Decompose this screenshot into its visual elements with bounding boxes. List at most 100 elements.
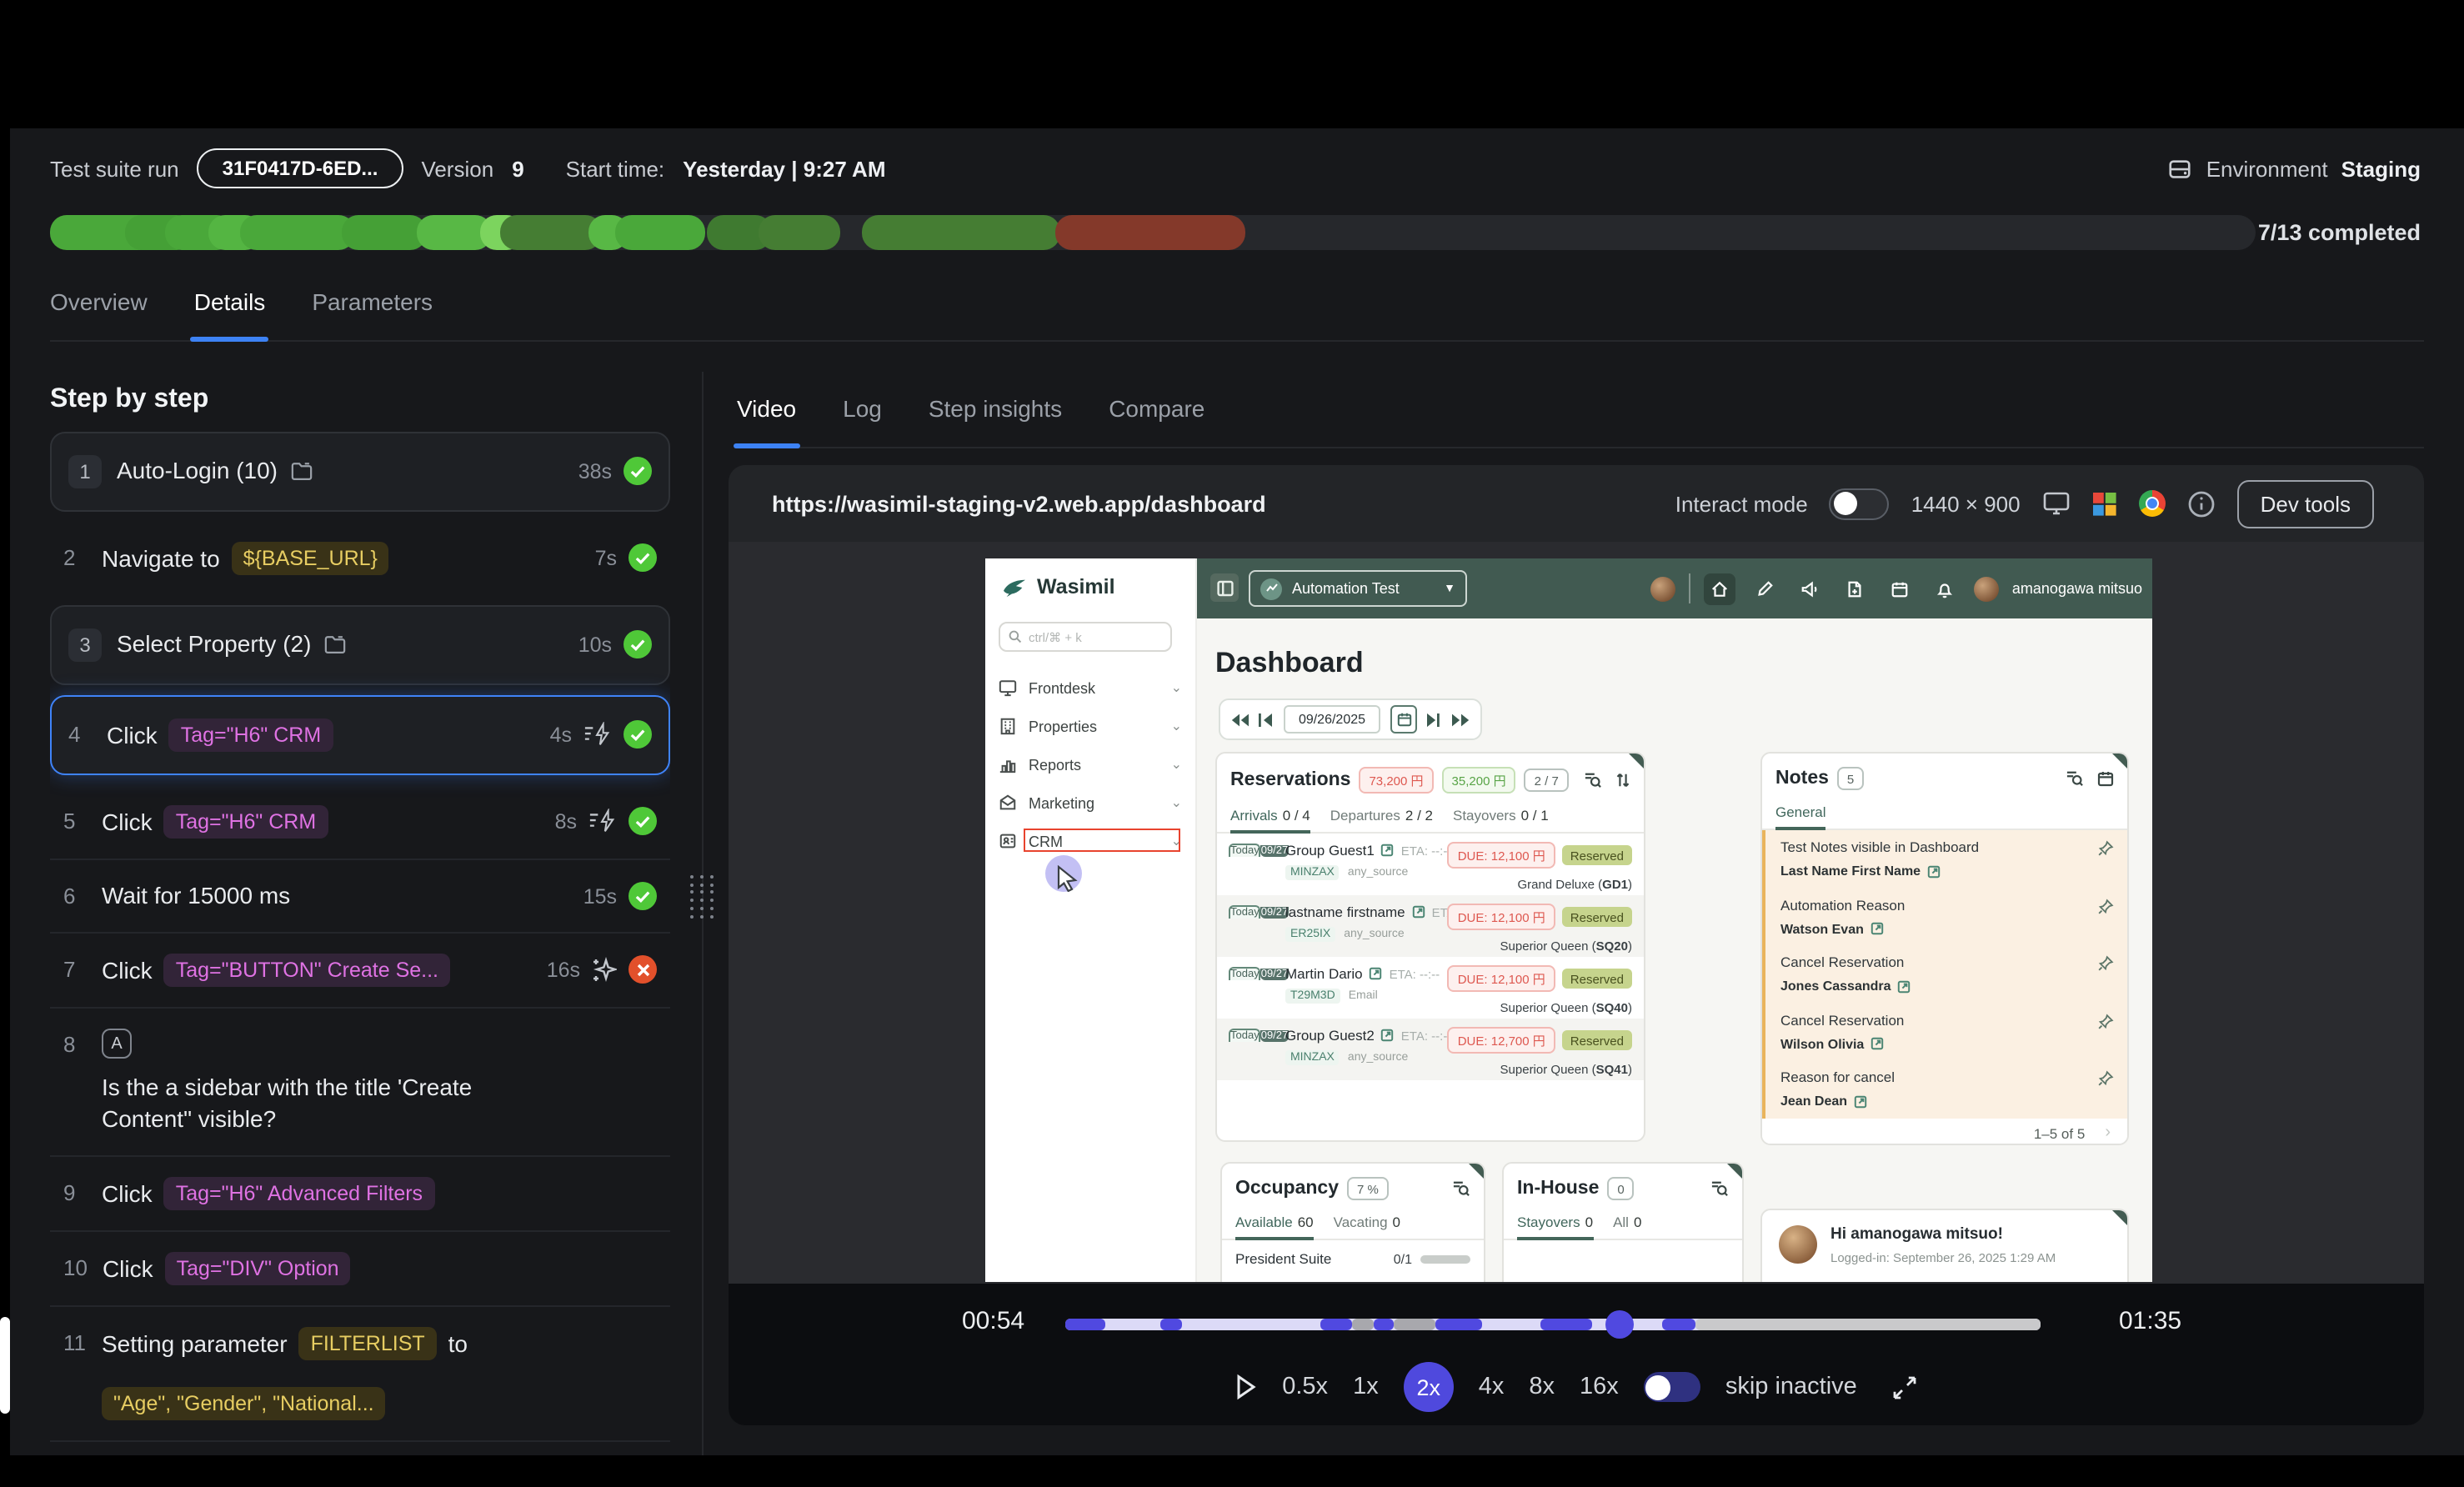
calendar-icon[interactable] — [1884, 573, 1916, 604]
tab-parameters[interactable]: Parameters — [312, 288, 433, 340]
new-document-icon[interactable] — [1839, 573, 1871, 604]
occupancy-search-icon[interactable] — [1452, 1180, 1470, 1197]
chrome-icon[interactable] — [2139, 490, 2166, 517]
mini-nav-crm[interactable]: CRM⌄ — [985, 822, 1195, 860]
timeline-scrubber[interactable] — [1065, 1319, 2041, 1330]
date-field[interactable]: 09/26/2025 — [1284, 705, 1380, 733]
progress-segment[interactable] — [240, 215, 355, 250]
open-note-icon[interactable] — [1871, 1037, 1884, 1050]
windows-icon[interactable] — [2092, 491, 2117, 516]
filter-search-icon[interactable] — [1584, 772, 1602, 789]
progress-segment[interactable] — [862, 215, 1060, 250]
reservation-row[interactable]: Today09/27Group Guest1ETA: --:--MINZAXan… — [1217, 834, 1644, 895]
tab-inhouse-stayovers[interactable]: Stayovers0 — [1517, 1214, 1593, 1239]
notes-search-icon[interactable] — [2066, 770, 2084, 787]
reservation-row[interactable]: Today09/27Martin DarioETA: --:--T29M3DEm… — [1217, 957, 1644, 1019]
page-url[interactable]: https://wasimil-staging-v2.web.app/dashb… — [772, 491, 1266, 516]
housekeeping-icon[interactable] — [1749, 573, 1780, 604]
mini-nav-reports[interactable]: Reports⌄ — [985, 745, 1195, 784]
note-item[interactable]: Automation ReasonWatson Evan — [1765, 888, 2127, 945]
sidebar-collapse-icon[interactable] — [1210, 573, 1239, 602]
open-note-icon[interactable] — [1927, 864, 1941, 878]
step-item-4[interactable]: 4ClickTag="H6" CRM4s — [50, 695, 670, 775]
monitor-icon[interactable] — [2042, 490, 2071, 517]
skip-inactive-toggle[interactable] — [1644, 1372, 1700, 1402]
suite-progress-bar[interactable] — [50, 215, 2256, 250]
speed-0-5x[interactable]: 0.5x — [1282, 1374, 1328, 1400]
play-icon[interactable] — [1235, 1374, 1257, 1400]
playhead[interactable] — [1606, 1310, 1635, 1339]
step-item-6[interactable]: 6Wait for 15000 ms15s — [50, 860, 670, 934]
date-picker-button[interactable] — [1390, 705, 1417, 733]
next-page-icon[interactable]: › — [2105, 1124, 2111, 1142]
step-item-10[interactable]: 10ClickTag="DIV" Option — [50, 1232, 670, 1307]
pin-icon[interactable] — [2097, 955, 2114, 972]
pin-icon[interactable] — [2097, 840, 2114, 857]
tab-log[interactable]: Log — [843, 395, 882, 447]
reservation-row[interactable]: Today09/27lastname firstnameETA: --:--ER… — [1217, 895, 1644, 957]
open-reservation-icon[interactable] — [1381, 844, 1395, 857]
inhouse-search-icon[interactable] — [1710, 1180, 1729, 1197]
dev-tools-button[interactable]: Dev tools — [2237, 479, 2374, 528]
note-item[interactable]: Test Notes visible in DashboardLast Name… — [1765, 830, 2127, 888]
progress-segment[interactable] — [500, 215, 602, 250]
tab-arrivals[interactable]: Arrivals0 / 4 — [1230, 807, 1310, 832]
fullscreen-icon[interactable] — [1892, 1374, 1917, 1399]
bell-icon[interactable] — [1929, 573, 1961, 604]
info-icon[interactable] — [2187, 489, 2216, 518]
reservation-row[interactable]: Today09/27Group Guest2ETA: --:--MINZAXan… — [1217, 1019, 1644, 1080]
step-item-11[interactable]: 11Setting parameterFILTERLISTto"Age", "G… — [50, 1307, 670, 1442]
speed-1x[interactable]: 1x — [1353, 1374, 1379, 1400]
open-reservation-icon[interactable] — [1412, 905, 1425, 919]
step-item-12[interactable]: 12Resize viewport to5120,2880 — [50, 1442, 670, 1455]
pin-icon[interactable] — [2097, 898, 2114, 914]
open-reservation-icon[interactable] — [1381, 1029, 1395, 1042]
user-name[interactable]: amanogawa mitsuo — [2012, 580, 2142, 597]
step-item-2[interactable]: 2Navigate to${BASE_URL}7s — [50, 522, 670, 595]
tab-general[interactable]: General — [1775, 804, 1826, 829]
open-note-icon[interactable] — [1854, 1094, 1867, 1108]
pin-icon[interactable] — [2097, 1013, 2114, 1029]
announcement-icon[interactable] — [1794, 573, 1825, 604]
user-avatar[interactable] — [1974, 576, 1999, 601]
tab-departures[interactable]: Departures2 / 2 — [1330, 807, 1433, 832]
open-note-icon[interactable] — [1898, 979, 1911, 993]
workspace-dropdown[interactable]: Automation Test ▼ — [1249, 570, 1467, 607]
notes-calendar-icon[interactable] — [2097, 770, 2114, 787]
mini-nav-marketing[interactable]: Marketing⌄ — [985, 784, 1195, 822]
step-item-8[interactable]: 8AIs the a sidebar with the title 'Creat… — [50, 1009, 670, 1157]
tab-compare[interactable]: Compare — [1109, 395, 1204, 447]
occupancy-row[interactable]: President Suite 0/1 — [1222, 1240, 1484, 1277]
progress-segment[interactable] — [614, 215, 704, 250]
progress-segment[interactable] — [758, 215, 839, 250]
mini-search-input[interactable]: ctrl/⌘ + k — [999, 622, 1172, 652]
rewind-icon[interactable] — [1230, 713, 1249, 726]
step-item-5[interactable]: 5ClickTag="H6" CRM8s — [50, 785, 670, 860]
progress-segment[interactable] — [341, 215, 427, 250]
speed-4x[interactable]: 4x — [1479, 1374, 1505, 1400]
tab-inhouse-all[interactable]: All0 — [1613, 1214, 1641, 1239]
home-icon[interactable] — [1704, 573, 1735, 604]
tab-vacating[interactable]: Vacating0 — [1334, 1214, 1400, 1239]
progress-segment[interactable] — [1056, 215, 1246, 250]
speed-16x[interactable]: 16x — [1580, 1374, 1619, 1400]
step-item-3[interactable]: 3Select Property (2)10s — [50, 605, 670, 685]
mini-nav-properties[interactable]: Properties⌄ — [985, 707, 1195, 745]
step-item-1[interactable]: 1Auto-Login (10)38s — [50, 432, 670, 512]
open-note-icon[interactable] — [1871, 922, 1884, 935]
tab-step-insights[interactable]: Step insights — [929, 395, 1062, 447]
tab-overview[interactable]: Overview — [50, 288, 148, 340]
run-id-pill[interactable]: 31F0417D-6ED... — [198, 148, 403, 188]
tab-video[interactable]: Video — [737, 395, 796, 447]
page-scroll-indicator[interactable] — [0, 1317, 10, 1414]
interact-mode-toggle[interactable] — [1830, 488, 1890, 519]
sort-icon[interactable] — [1615, 772, 1630, 789]
prev-day-icon[interactable] — [1259, 713, 1274, 726]
tab-available[interactable]: Available60 — [1235, 1214, 1314, 1239]
note-item[interactable]: Cancel ReservationWilson Olivia — [1765, 1003, 2127, 1060]
note-item[interactable]: Cancel ReservationJones Cassandra — [1765, 945, 2127, 1003]
video-area[interactable]: Wasimil ctrl/⌘ + k Frontdesk⌄Properties⌄… — [729, 542, 2424, 1284]
note-item[interactable]: Reason for cancelJean Dean — [1765, 1060, 2127, 1118]
speed-8x[interactable]: 8x — [1529, 1374, 1555, 1400]
step-item-7[interactable]: 7ClickTag="BUTTON" Create Se...16s — [50, 934, 670, 1009]
